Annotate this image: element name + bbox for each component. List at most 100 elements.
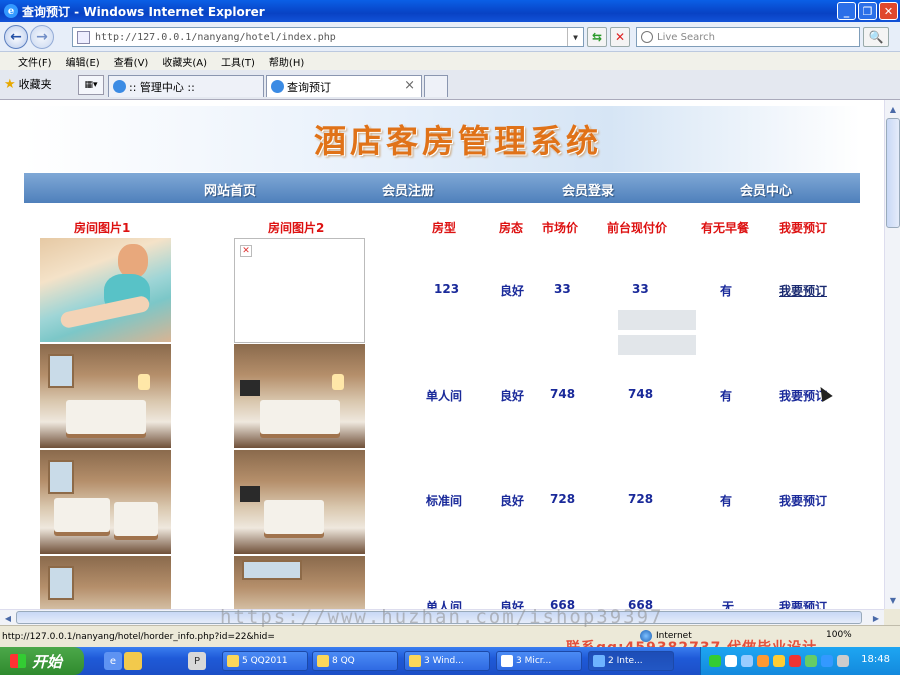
tab-admin[interactable]: :: 管理中心 :: xyxy=(108,75,264,97)
nav-register[interactable]: 会员注册 xyxy=(382,180,434,199)
room-photo xyxy=(40,344,171,448)
scroll-down-icon[interactable]: ▼ xyxy=(886,593,900,607)
ie-page-icon xyxy=(271,80,284,93)
broken-image: ✕ xyxy=(234,238,365,343)
vertical-scroll-thumb[interactable] xyxy=(886,118,900,228)
menu-favorites[interactable]: 收藏夹(A) xyxy=(162,54,207,69)
tab-label: 查询预订 xyxy=(287,80,331,94)
system-tray: 18:48 xyxy=(700,647,900,675)
tab-bar: ★ 收藏夹 ▦▾ :: 管理中心 :: 查询预订 × xyxy=(0,70,900,100)
nav-login[interactable]: 会员登录 xyxy=(562,180,614,199)
forward-button[interactable]: → xyxy=(30,25,54,49)
tray-icon[interactable] xyxy=(805,655,817,667)
nav-home[interactable]: 网站首页 xyxy=(204,180,256,199)
search-input[interactable]: Live Search xyxy=(636,27,860,47)
maximize-button[interactable]: ❐ xyxy=(858,2,877,20)
book-link[interactable]: 我要预订 xyxy=(779,282,827,299)
room-type: 单人间 xyxy=(426,389,463,403)
nav-member-center[interactable]: 会员中心 xyxy=(740,180,792,199)
room-photo xyxy=(234,344,365,448)
room-photo xyxy=(40,556,171,609)
book-link[interactable]: 我要预订 xyxy=(779,598,827,609)
room-type: 123 xyxy=(434,282,460,296)
taskbar-item-qq[interactable]: 8 QQ xyxy=(312,651,398,671)
favorites-label: 收藏夹 xyxy=(18,78,52,91)
address-dropdown-icon[interactable]: ▼ xyxy=(567,28,583,46)
app-quicklaunch-icon[interactable]: P xyxy=(188,652,206,670)
header-room-state: 房态 xyxy=(499,221,524,235)
refresh-icon[interactable]: ⇆ xyxy=(587,27,607,47)
live-search-icon xyxy=(641,31,653,43)
tray-icon[interactable] xyxy=(789,655,801,667)
menu-help[interactable]: 帮助(H) xyxy=(269,54,304,69)
close-button[interactable]: ✕ xyxy=(879,2,898,20)
breakfast: 有 xyxy=(720,389,733,403)
front-price: 33 xyxy=(632,282,649,296)
folder-quicklaunch-icon[interactable] xyxy=(124,652,142,670)
room-state: 良好 xyxy=(500,284,525,298)
back-button[interactable]: ← xyxy=(4,25,28,49)
market-price: 748 xyxy=(550,387,576,401)
menu-bar: 文件(F) 编辑(E) 查看(V) 收藏夹(A) 工具(T) 帮助(H) xyxy=(0,52,900,70)
room-photo xyxy=(40,238,171,342)
scroll-left-icon[interactable]: ◀ xyxy=(1,611,15,625)
search-button[interactable]: 🔍 xyxy=(863,27,889,47)
tray-icon[interactable] xyxy=(741,655,753,667)
page-icon xyxy=(77,31,90,44)
star-icon: ★ xyxy=(4,76,16,92)
window-title: 查询预订 - Windows Internet Explorer xyxy=(22,4,265,19)
tray-icon[interactable] xyxy=(757,655,769,667)
clock[interactable]: 18:48 xyxy=(861,654,890,665)
start-button[interactable]: 开始 xyxy=(0,647,84,675)
market-price: 728 xyxy=(550,492,576,506)
tray-icon[interactable] xyxy=(725,655,737,667)
menu-file[interactable]: 文件(F) xyxy=(18,54,52,69)
minimize-button[interactable]: _ xyxy=(837,2,856,20)
stop-icon[interactable]: ✕ xyxy=(610,27,630,47)
room-type: 标准间 xyxy=(426,494,463,508)
zoom-level[interactable]: 100% xyxy=(826,630,852,640)
tab-label: :: 管理中心 :: xyxy=(129,80,195,94)
header-market-price: 市场价 xyxy=(542,221,579,235)
ie-quicklaunch-icon[interactable]: e xyxy=(104,652,122,670)
scroll-right-icon[interactable]: ▶ xyxy=(869,611,883,625)
taskbar: 开始 e P 5 QQ2011 8 QQ 3 Wind... 3 Micr...… xyxy=(0,647,900,675)
tray-icon[interactable] xyxy=(837,655,849,667)
scroll-up-icon[interactable]: ▲ xyxy=(886,102,900,116)
site-nav: 网站首页 会员注册 会员登录 会员中心 xyxy=(24,173,860,203)
new-tab-button[interactable] xyxy=(424,75,448,97)
watermark-url: https://www.huzhan.com/ishop39397 xyxy=(220,606,664,628)
address-input[interactable]: http://127.0.0.1/nanyang/hotel/index.php… xyxy=(72,27,584,47)
front-price: 728 xyxy=(628,492,654,506)
menu-tools[interactable]: 工具(T) xyxy=(221,54,255,69)
vertical-scrollbar[interactable]: ▲ ▼ xyxy=(884,100,900,609)
ie-logo-icon: e xyxy=(4,4,18,18)
tray-icon[interactable] xyxy=(709,655,721,667)
site-banner: 酒店客房管理系统 xyxy=(24,106,860,172)
tray-icon[interactable] xyxy=(821,655,833,667)
taskbar-item-windows[interactable]: 3 Wind... xyxy=(404,651,490,671)
tab-booking[interactable]: 查询预订 × xyxy=(266,75,422,97)
taskbar-item-ie[interactable]: 2 Inte... xyxy=(588,651,674,671)
ghost-artifact xyxy=(618,335,696,355)
ie-page-icon xyxy=(113,80,126,93)
tray-icon[interactable] xyxy=(773,655,785,667)
book-link[interactable]: 我要预订 xyxy=(779,492,827,509)
room-photo xyxy=(234,450,365,554)
ghost-artifact xyxy=(618,310,696,330)
page-content: 酒店客房管理系统 网站首页 会员注册 会员登录 会员中心 房间图片1 房间图片2… xyxy=(0,100,884,609)
taskbar-item-word[interactable]: 3 Micr... xyxy=(496,651,582,671)
search-placeholder: Live Search xyxy=(657,31,715,43)
start-label: 开始 xyxy=(32,652,63,671)
favorites-button[interactable]: ★ 收藏夹 xyxy=(4,76,52,92)
window-titlebar: e 查询预订 - Windows Internet Explorer _ ❐ ✕ xyxy=(0,0,900,22)
menu-edit[interactable]: 编辑(E) xyxy=(66,54,100,69)
header-breakfast: 有无早餐 xyxy=(701,221,750,235)
quick-tabs-button[interactable]: ▦▾ xyxy=(78,75,104,95)
close-tab-icon[interactable]: × xyxy=(404,78,415,93)
menu-view[interactable]: 查看(V) xyxy=(114,54,149,69)
taskbar-item-qq2011[interactable]: 5 QQ2011 xyxy=(222,651,308,671)
site-title: 酒店客房管理系统 xyxy=(314,122,603,160)
status-url: http://127.0.0.1/nanyang/hotel/horder_in… xyxy=(2,631,275,642)
front-price: 748 xyxy=(628,387,654,401)
